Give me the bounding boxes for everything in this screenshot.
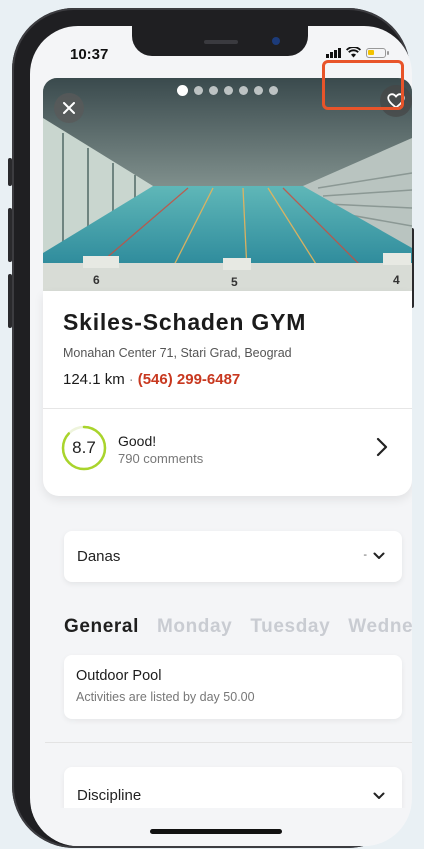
carousel-dot[interactable] [269, 86, 278, 95]
gym-address: Monahan Center 71, Stari Grad, Beograd [63, 346, 292, 360]
rating-comments[interactable]: 790 comments [118, 451, 203, 466]
divider [43, 408, 412, 409]
screen: 10:37 5 4 6 Skiles-Schaden GYM Monahan C… [30, 26, 412, 846]
notch [132, 26, 308, 56]
phone-link[interactable]: (546) 299-6487 [138, 371, 241, 388]
chevron-right-icon[interactable] [376, 437, 388, 457]
rating-label: Good! [118, 433, 157, 449]
gym-name: Skiles-Schaden GYM [63, 309, 307, 335]
distance-phone-line: 124.1 km · (546) 299-6487 [63, 371, 240, 388]
day-select[interactable]: Danas - [64, 531, 402, 582]
carousel-dot[interactable] [224, 86, 233, 95]
bottom-fade [30, 808, 412, 846]
carousel-dot[interactable] [239, 86, 248, 95]
mute-switch [8, 158, 12, 186]
status-time: 10:37 [70, 46, 109, 63]
highlight-box [322, 60, 404, 110]
volume-up-button [8, 208, 12, 262]
chevron-down-icon [373, 792, 385, 799]
day-select-value: - [363, 549, 367, 561]
rating-score: 8.7 [72, 438, 96, 457]
activity-name: Outdoor Pool [76, 668, 162, 684]
tab-monday[interactable]: Monday [157, 616, 232, 638]
gym-info-card: Skiles-Schaden GYM Monahan Center 71, St… [43, 291, 412, 496]
activity-description: Activities are listed by day 50.00 [76, 690, 255, 704]
carousel-dot[interactable] [177, 85, 188, 96]
battery-icon [366, 47, 389, 58]
carousel-dot[interactable] [194, 86, 203, 95]
carousel-dot[interactable] [209, 86, 218, 95]
tab-general[interactable]: General [64, 616, 139, 638]
phone-frame: 10:37 5 4 6 Skiles-Schaden GYM Monahan C… [8, 8, 414, 848]
tab-tuesday[interactable]: Tuesday [250, 616, 330, 638]
svg-text:6: 6 [93, 273, 100, 287]
status-icons [326, 47, 389, 58]
wifi-icon [346, 47, 361, 58]
speaker [204, 40, 238, 44]
day-tabs: General Monday Tuesday Wednesday [64, 616, 412, 638]
close-button[interactable] [54, 93, 84, 123]
discipline-label: Discipline [77, 787, 142, 804]
section-divider [45, 742, 412, 743]
home-indicator[interactable] [150, 829, 282, 834]
activity-card[interactable]: Outdoor Pool Activities are listed by da… [64, 655, 402, 719]
chevron-down-icon [373, 552, 385, 559]
close-icon [63, 102, 75, 114]
svg-text:4: 4 [393, 273, 400, 287]
distance-value: 124.1 km [63, 371, 125, 388]
day-select-label: Danas [77, 548, 121, 565]
separator: · [128, 371, 134, 388]
camera [272, 37, 280, 45]
svg-text:5: 5 [231, 275, 238, 289]
carousel-dot[interactable] [254, 86, 263, 95]
volume-down-button [8, 274, 12, 328]
signal-icon [326, 47, 341, 58]
tab-wednesday[interactable]: Wednesday [348, 616, 412, 638]
